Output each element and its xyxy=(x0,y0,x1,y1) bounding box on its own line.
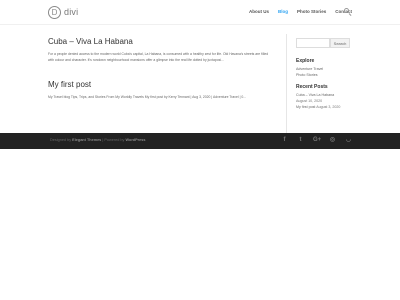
recent-posts-title: Recent Posts xyxy=(296,84,328,90)
footer-credits: Designed by Elegant Themes | Powered by … xyxy=(50,138,146,142)
recent-posts-list: Cuba – Viva La Habana August 10, 2020 My … xyxy=(296,92,352,110)
post-title-cuba[interactable]: Cuba – Viva La Habana xyxy=(48,37,273,47)
explore-link-photo-stories[interactable]: Photo Stories xyxy=(296,73,318,77)
site-header: D divi About Us Blog Photo Stories Conta… xyxy=(0,0,400,24)
footer-powered-link[interactable]: WordPress xyxy=(126,138,146,142)
nav-blog[interactable]: Blog xyxy=(278,9,288,14)
post-list: Cuba – Viva La Habana For a people denie… xyxy=(48,37,273,118)
recent-post-item: Cuba – Viva La Habana August 10, 2020 xyxy=(296,92,352,104)
explore-list: Adventure Travel Photo Stories xyxy=(296,66,352,78)
footer-designer-link[interactable]: Elegant Themes xyxy=(72,138,101,142)
recent-post-item: My first post August 3, 2020 xyxy=(296,104,352,110)
rss-icon[interactable]: ◡ xyxy=(345,137,352,144)
search-icon[interactable] xyxy=(344,8,349,13)
sidebar: Search Explore Adventure Travel Photo St… xyxy=(296,38,352,116)
google-plus-icon[interactable]: G+ xyxy=(313,137,321,144)
recent-post-date: August 10, 2020 xyxy=(296,99,323,103)
post-title-first-post[interactable]: My first post xyxy=(48,80,273,90)
explore-link-adventure[interactable]: Adventure Travel xyxy=(296,67,323,71)
site-footer: Designed by Elegant Themes | Powered by … xyxy=(0,133,400,149)
sidebar-search-button[interactable]: Search xyxy=(330,38,350,48)
sidebar-search-input[interactable] xyxy=(296,38,330,48)
recent-post-link[interactable]: Cuba – Viva La Habana xyxy=(296,93,334,97)
sidebar-divider xyxy=(286,34,287,138)
recent-post-link[interactable]: My first post xyxy=(296,105,315,109)
post-excerpt: For a people denied access to the modern… xyxy=(48,51,269,62)
nav-about-us[interactable]: About Us xyxy=(249,9,269,14)
divi-logo-icon[interactable]: D xyxy=(48,6,61,19)
recent-post-date: August 3, 2020 xyxy=(316,105,341,109)
post-item: My first post My Travel blog Tips, Trips… xyxy=(48,80,273,100)
facebook-icon[interactable]: f xyxy=(281,137,288,144)
post-item: Cuba – Viva La Habana For a people denie… xyxy=(48,37,273,63)
social-icons: f t G+ ◎ ◡ xyxy=(281,137,352,144)
sidebar-search: Search xyxy=(296,38,352,48)
main-nav: About Us Blog Photo Stories Contact xyxy=(249,9,352,14)
explore-item: Photo Stories xyxy=(296,72,352,78)
nav-photo-stories[interactable]: Photo Stories xyxy=(297,9,326,14)
instagram-icon[interactable]: ◎ xyxy=(329,137,336,144)
site-logo-text[interactable]: divi xyxy=(64,7,78,17)
twitter-icon[interactable]: t xyxy=(297,137,304,144)
explore-title: Explore xyxy=(296,58,315,64)
post-meta: My Travel blog Tips, Trips, and Stories … xyxy=(48,94,247,99)
